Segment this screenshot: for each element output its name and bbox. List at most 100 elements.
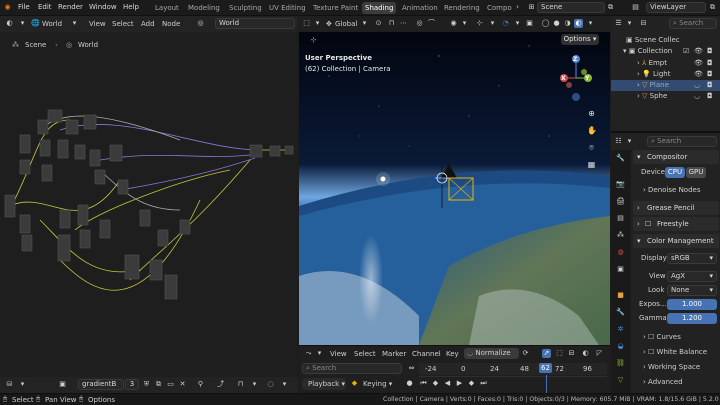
outliner-row-collection[interactable]: ▾ ▣ Collection ☑ 👁 ◘ — [611, 46, 720, 57]
graph-node[interactable] — [77, 204, 89, 226]
timeline-menu-select[interactable]: Select — [354, 350, 376, 358]
normalize-toggle[interactable]: ◡ Normalize — [464, 348, 519, 359]
device-cpu-button[interactable]: CPU — [665, 167, 685, 178]
editor-type-icon[interactable]: ⤳ — [304, 349, 313, 358]
frame-ruler[interactable]: -24 0 24 48 62 72 96 — [419, 363, 607, 375]
display-dropdown[interactable]: sRGB ▾ — [667, 253, 717, 264]
overlay-icon[interactable]: ◌ — [266, 380, 275, 389]
chevron-down-icon[interactable]: ▾ — [488, 19, 497, 28]
timeline-menu-view[interactable]: View — [330, 350, 347, 358]
tab-layout[interactable]: Layout — [152, 2, 182, 14]
graph-node[interactable] — [41, 164, 53, 182]
gizmo-toggle-icon[interactable]: ⊹ — [475, 19, 484, 28]
keying-menu[interactable]: Keying ▾ — [361, 378, 401, 390]
graph-node[interactable] — [59, 209, 71, 229]
solid-shading-icon[interactable]: ● — [552, 19, 561, 28]
blender-logo-icon[interactable]: ◉ — [3, 3, 12, 12]
render-camera-icon[interactable]: ◘ — [707, 80, 713, 91]
look-dropdown[interactable]: None ▾ — [667, 285, 717, 296]
curves-subpanel[interactable]: › ☐ Curves — [633, 331, 719, 344]
editor-type-icon[interactable]: ⬚ — [302, 19, 311, 28]
white-balance-checkbox-icon[interactable]: ☐ — [648, 348, 657, 356]
visibility-icon[interactable]: ◉ — [449, 19, 458, 28]
graph-node[interactable] — [79, 229, 91, 249]
filter-icon[interactable]: ⊟ — [567, 349, 576, 358]
graph-node[interactable] — [19, 159, 31, 175]
render-camera-icon[interactable]: ◘ — [707, 58, 713, 69]
outliner-row-scene-collection[interactable]: ▣ Scene Collec — [611, 35, 720, 46]
transform-tool-icon[interactable]: ⊹ — [309, 36, 318, 45]
play-reverse-icon[interactable]: ◀ — [443, 379, 452, 388]
scene-copy-icon[interactable]: ⧉ — [606, 3, 615, 12]
tab-shading[interactable]: Shading — [362, 2, 397, 14]
only-selected-icon[interactable]: ➚ — [542, 349, 551, 358]
material-shading-icon[interactable]: ◑ — [563, 19, 572, 28]
chevron-down-icon[interactable]: ▾ — [18, 380, 27, 389]
node-menu-select[interactable]: Select — [112, 20, 134, 28]
overlays-icon[interactable]: ◔ — [501, 19, 510, 28]
outliner-search-field[interactable]: ⌕ Search — [669, 18, 717, 29]
tab-sculpting[interactable]: Sculpting — [226, 2, 265, 14]
gamma-slider[interactable]: 1.200 — [667, 313, 717, 324]
chevron-down-icon[interactable]: ▾ — [18, 19, 27, 28]
eye-icon[interactable]: 👁 — [694, 58, 703, 69]
tab-animation[interactable]: Animation — [399, 2, 441, 14]
graph-node[interactable] — [89, 149, 101, 167]
graph-node[interactable] — [179, 219, 191, 235]
menu-help[interactable]: Help — [123, 3, 139, 11]
world-icon[interactable]: 🌐 — [31, 19, 40, 28]
collapse-icon[interactable]: ◸ — [595, 349, 604, 358]
grease-pencil-panel-header[interactable]: › Grease Pencil — [633, 201, 719, 215]
duplicate-icon[interactable]: ⧉ — [154, 380, 163, 389]
chevron-down-icon[interactable]: ▾ — [513, 19, 522, 28]
show-hidden-icon[interactable]: ⬚ — [555, 349, 564, 358]
eye-closed-icon[interactable]: ◡ — [694, 91, 700, 102]
chevron-down-icon[interactable]: ▾ — [70, 19, 79, 28]
exposure-slider[interactable]: 1.000 — [667, 299, 717, 310]
filter-type-icon[interactable]: ◐ — [581, 349, 590, 358]
outliner-row-light[interactable]: › 💡 Light 👁 ◘ — [611, 69, 720, 80]
fake-user-icon[interactable]: ⛨ — [142, 380, 151, 389]
freestyle-checkbox-icon[interactable]: ☐ — [645, 217, 651, 231]
users-count[interactable]: 3 — [125, 379, 139, 390]
view-layer-field[interactable]: ViewLayer — [646, 2, 706, 13]
camera-view-icon[interactable]: ⌾ — [587, 143, 596, 152]
white-balance-subpanel[interactable]: › ☐ White Balance — [633, 346, 719, 359]
view-layer-icon[interactable]: ▤ — [631, 3, 640, 12]
curves-checkbox-icon[interactable]: ☐ — [648, 333, 657, 341]
node-graph[interactable] — [0, 50, 298, 376]
close-icon[interactable]: ✕ — [178, 380, 187, 389]
outliner[interactable]: ☰ ▾ ⊟ ⌕ Search ▣ Scene Collec ▾ ▣ Collec… — [611, 16, 720, 131]
checkbox-icon[interactable]: ☑ — [683, 46, 689, 57]
display-mode-icon[interactable]: ⊟ — [639, 19, 648, 28]
graph-node[interactable] — [39, 139, 51, 157]
graph-node[interactable] — [249, 144, 263, 158]
graph-node[interactable] — [19, 134, 31, 154]
snap-icon[interactable]: ⊓ — [387, 19, 396, 28]
timeline-menu-channel[interactable]: Channel — [412, 350, 441, 358]
view-layer-copy-icon[interactable]: ⧉ — [708, 3, 717, 12]
proportional-edit-icon[interactable]: ◎ — [415, 19, 424, 28]
transform-orientation[interactable]: Global — [335, 20, 357, 28]
outliner-row-empty[interactable]: › ⅄ Empt 👁 ◘ — [611, 58, 720, 69]
graph-node[interactable] — [149, 259, 163, 281]
graph-node[interactable] — [157, 229, 169, 247]
timeline-editor[interactable]: ⤳ ▾ View Select Marker Channel Key ◡ Nor… — [299, 345, 610, 393]
graph-node[interactable] — [19, 214, 31, 234]
render-camera-icon[interactable]: ◘ — [707, 46, 713, 57]
view-dropdown[interactable]: AgX ▾ — [667, 271, 717, 282]
eye-icon[interactable]: 👁 — [694, 69, 703, 80]
graph-node[interactable] — [83, 114, 97, 130]
tab-modeling[interactable]: Modeling — [185, 2, 223, 14]
outliner-row-plane[interactable]: › ▽ Plane ◡ ◘ — [611, 80, 720, 91]
graph-node[interactable] — [74, 144, 86, 160]
parent-node-tree-icon[interactable]: ⤴ — [216, 380, 225, 389]
xray-icon[interactable]: ▣ — [525, 19, 534, 28]
world-field[interactable]: World — [215, 18, 295, 29]
refresh-icon[interactable]: ⟳ — [521, 349, 530, 358]
falloff-icon[interactable]: ⌒ — [427, 19, 436, 28]
chevron-down-icon[interactable]: ▾ — [460, 19, 469, 28]
properties-search-field[interactable]: ⌕ Search — [647, 136, 717, 147]
eye-closed-icon[interactable]: ◡ — [694, 80, 700, 91]
node-menu-view[interactable]: View — [89, 20, 106, 28]
